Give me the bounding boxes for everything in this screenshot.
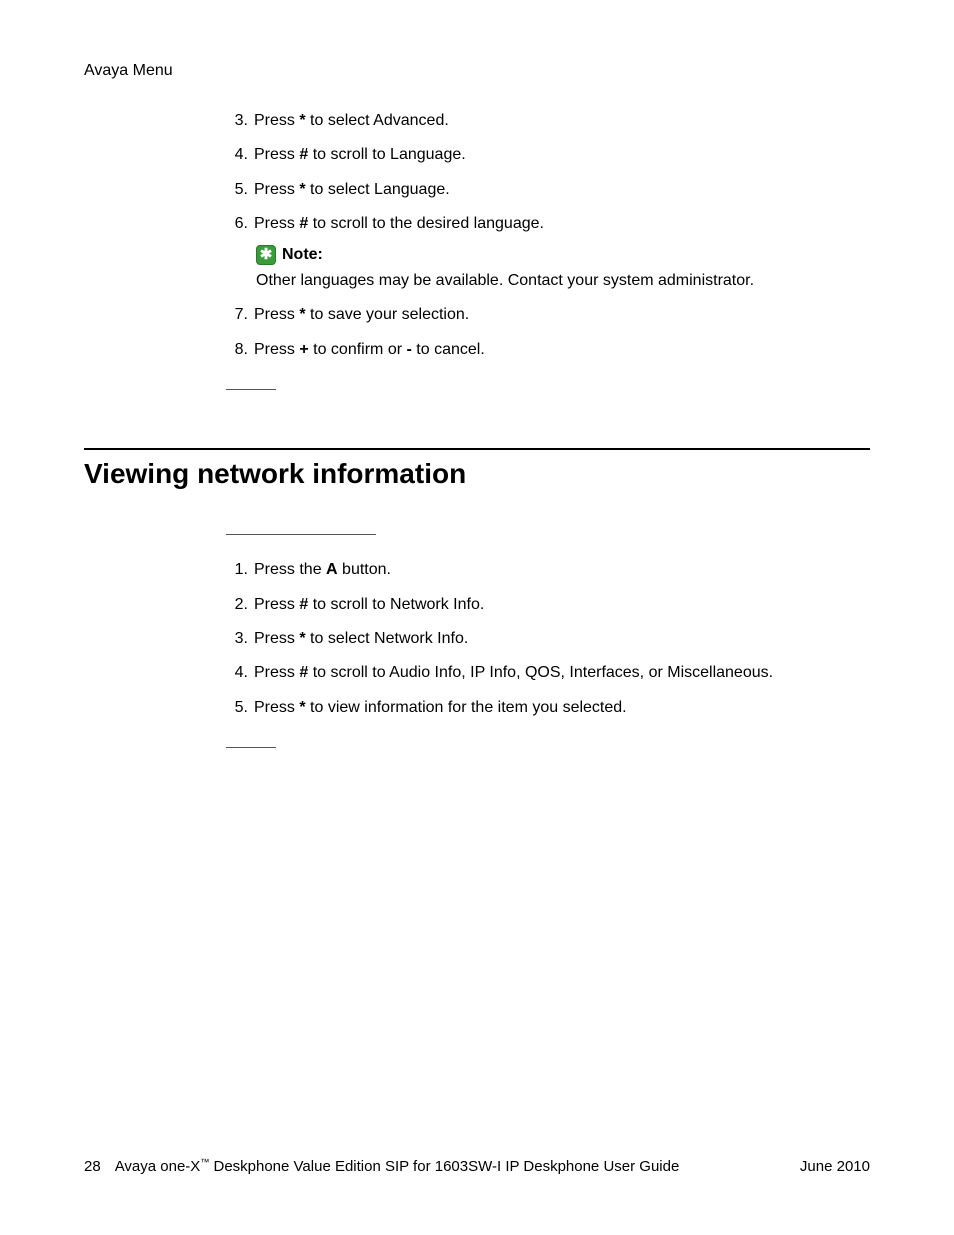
step-3: 3.Press * to select Advanced. bbox=[226, 110, 870, 132]
divider-short-2 bbox=[226, 747, 276, 748]
footer-left: 28 Avaya one-X™ Deskphone Value Edition … bbox=[84, 1157, 679, 1175]
page-footer: 28 Avaya one-X™ Deskphone Value Edition … bbox=[84, 1157, 870, 1175]
note-block: ✱ Note: Other languages may be available… bbox=[256, 244, 870, 293]
step-b1: 1.Press the A button. bbox=[226, 559, 870, 581]
step-b2: 2.Press # to scroll to Network Info. bbox=[226, 594, 870, 616]
note-header: ✱ Note: bbox=[256, 244, 870, 266]
footer-date: June 2010 bbox=[800, 1158, 870, 1175]
note-label: Note: bbox=[282, 244, 323, 266]
steps-list-bottom: 1.Press the A button. 2.Press # to scrol… bbox=[226, 559, 870, 719]
note-body: Other languages may be available. Contac… bbox=[256, 270, 870, 292]
step-b5: 5.Press * to view information for the it… bbox=[226, 697, 870, 719]
header-title: Avaya Menu bbox=[84, 62, 173, 79]
page-header: Avaya Menu bbox=[84, 62, 173, 80]
step-6: 6.Press # to scroll to the desired langu… bbox=[226, 213, 870, 292]
section-title: Viewing network information bbox=[84, 458, 870, 490]
footer-product: Avaya one-X™ Deskphone Value Edition SIP… bbox=[115, 1157, 680, 1175]
page-content: 3.Press * to select Advanced. 4.Press # … bbox=[84, 110, 870, 748]
step-5: 5.Press * to select Language. bbox=[226, 179, 870, 201]
note-icon: ✱ bbox=[256, 245, 276, 265]
step-7: 7.Press * to save your selection. bbox=[226, 304, 870, 326]
step-8: 8.Press + to confirm or - to cancel. bbox=[226, 339, 870, 361]
divider-short-1 bbox=[226, 389, 276, 390]
divider-mid bbox=[226, 534, 376, 535]
step-4: 4.Press # to scroll to Language. bbox=[226, 144, 870, 166]
steps-list-top: 3.Press * to select Advanced. 4.Press # … bbox=[226, 110, 870, 361]
page-number: 28 bbox=[84, 1158, 101, 1175]
step-b4: 4.Press # to scroll to Audio Info, IP In… bbox=[226, 662, 870, 684]
section-divider bbox=[84, 448, 870, 450]
step-b3: 3.Press * to select Network Info. bbox=[226, 628, 870, 650]
